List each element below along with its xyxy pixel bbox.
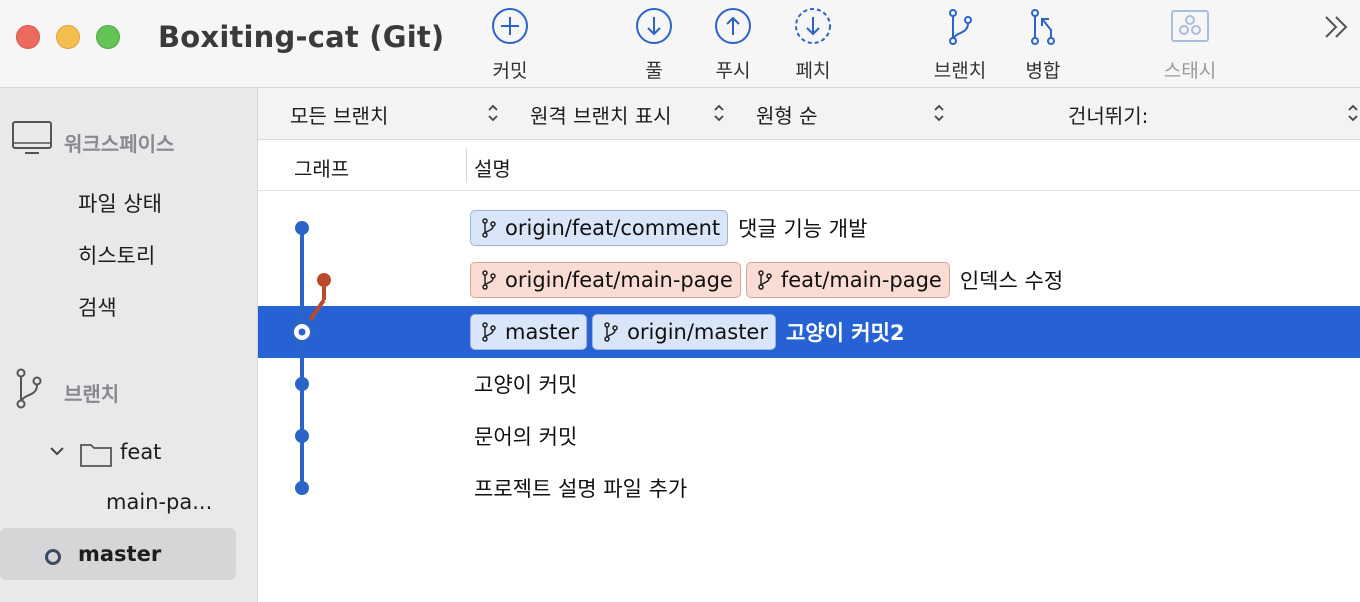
branch-tag-label: master bbox=[505, 320, 580, 344]
commit-row[interactable]: 문어의 커밋 bbox=[258, 410, 1360, 462]
skip-label: 건너뛰기: bbox=[1068, 104, 1149, 128]
branch-icon bbox=[949, 9, 972, 45]
branch-tag[interactable]: origin/feat/comment bbox=[470, 210, 729, 246]
pull-button[interactable]: 풀 bbox=[619, 8, 689, 84]
remote-branch-filter-select[interactable]: 원격 브랜치 표시 bbox=[530, 100, 672, 129]
select-arrows-icon bbox=[934, 104, 944, 122]
fetch-label: 페치 bbox=[795, 60, 831, 82]
fetch-button[interactable]: 페치 bbox=[778, 8, 848, 84]
sidebar-item-file-status[interactable]: 파일 상태 bbox=[78, 188, 162, 218]
branch-tag[interactable]: master bbox=[470, 314, 588, 350]
commit-list: origin/feat/comment 댓글 기능 개발 origin/feat… bbox=[258, 202, 1360, 522]
chevron-down-icon[interactable] bbox=[48, 444, 66, 458]
merge-button[interactable]: 병합 bbox=[1008, 8, 1078, 84]
commit-row[interactable]: origin/feat/main-page feat/main-page 인덱스… bbox=[258, 254, 1360, 306]
commit-message: 인덱스 수정 bbox=[959, 269, 1064, 293]
push-label: 푸시 bbox=[715, 60, 751, 82]
commit-row-selected[interactable]: master origin/master 고양이 커밋2 bbox=[258, 306, 1360, 358]
commit-message: 고양이 커밋 bbox=[474, 373, 578, 397]
branch-label: 브랜치 bbox=[933, 60, 987, 82]
workspace-section-header: 워크스페이스 bbox=[0, 120, 258, 160]
branch-tag-label: feat/main-page bbox=[780, 268, 942, 292]
graph-column-header[interactable]: 그래프 bbox=[294, 153, 349, 182]
branch-icon bbox=[482, 218, 496, 238]
branches-section-header: 브랜치 bbox=[0, 368, 258, 410]
sort-order-select[interactable]: 원형 순 bbox=[756, 100, 818, 129]
branch-item-main-page[interactable]: main-pa... bbox=[106, 490, 212, 514]
commit-row[interactable]: 고양이 커밋 bbox=[258, 358, 1360, 410]
branch-tag-label: origin/master bbox=[627, 320, 768, 344]
branch-tag[interactable]: feat/main-page bbox=[745, 262, 950, 298]
push-button[interactable]: 푸시 bbox=[698, 8, 768, 84]
branch-icon bbox=[16, 368, 42, 409]
branch-icon bbox=[758, 270, 772, 290]
branch-tag[interactable]: origin/master bbox=[592, 314, 776, 350]
select-arrows-icon bbox=[714, 104, 724, 122]
branch-icon bbox=[482, 322, 496, 342]
merge-label: 병합 bbox=[1025, 60, 1061, 82]
sidebar-item-history[interactable]: 히스토리 bbox=[78, 240, 155, 270]
workspace-header-label: 워크스페이스 bbox=[64, 132, 175, 156]
zoom-window-button[interactable] bbox=[96, 25, 120, 49]
title-bar: Boxiting-cat (Git) 커밋 풀 푸시 페치 브랜치 병합 스태시 bbox=[0, 0, 1360, 88]
arrow-down-circle-icon bbox=[636, 8, 672, 44]
toolbar-overflow-icon[interactable] bbox=[1322, 14, 1352, 40]
history-filter-bar: 모든 브랜치 원격 브랜치 표시 원형 순 건너뛰기: bbox=[258, 88, 1360, 140]
fetch-dashed-circle-icon bbox=[795, 8, 831, 44]
column-divider[interactable] bbox=[466, 148, 467, 182]
commit-row[interactable]: 프로젝트 설명 파일 추가 bbox=[258, 462, 1360, 514]
commit-row[interactable]: origin/feat/comment 댓글 기능 개발 bbox=[258, 202, 1360, 254]
history-panel: 모든 브랜치 원격 브랜치 표시 원형 순 건너뛰기: 그래프 설명 origi… bbox=[258, 88, 1360, 602]
branch-item-master[interactable]: master bbox=[0, 528, 236, 580]
select-arrows-icon[interactable] bbox=[1346, 102, 1360, 124]
branch-tag-label: origin/feat/comment bbox=[505, 216, 721, 240]
commit-table-header: 그래프 설명 bbox=[258, 140, 1360, 191]
minimize-window-button[interactable] bbox=[56, 25, 80, 49]
close-window-button[interactable] bbox=[16, 25, 40, 49]
stash-button[interactable]: 스태시 bbox=[1155, 8, 1225, 84]
branch-folder-feat[interactable]: feat bbox=[120, 440, 161, 464]
branch-tag-label: origin/feat/main-page bbox=[505, 268, 733, 292]
commit-label: 커밋 bbox=[492, 60, 528, 82]
window-title: Boxiting-cat (Git) bbox=[158, 20, 445, 54]
commit-message: 댓글 기능 개발 bbox=[738, 217, 868, 241]
plus-circle-icon bbox=[492, 8, 528, 44]
commit-message: 문어의 커밋 bbox=[474, 425, 578, 449]
merge-icon bbox=[1031, 9, 1055, 45]
branches-header-label: 브랜치 bbox=[64, 382, 120, 406]
branch-icon bbox=[604, 322, 618, 342]
current-branch-circle-icon bbox=[45, 549, 61, 565]
stash-label: 스태시 bbox=[1163, 60, 1217, 82]
branch-tag[interactable]: origin/feat/main-page bbox=[470, 262, 741, 298]
select-arrows-icon bbox=[488, 104, 498, 122]
branch-filter-select[interactable]: 모든 브랜치 bbox=[290, 100, 388, 129]
sidebar-item-search[interactable]: 검색 bbox=[78, 292, 117, 322]
pull-label: 풀 bbox=[645, 60, 663, 82]
stash-icon bbox=[1171, 10, 1209, 42]
commit-message: 프로젝트 설명 파일 추가 bbox=[474, 477, 688, 501]
current-branch-label: master bbox=[78, 542, 162, 566]
folder-icon bbox=[80, 444, 112, 467]
commit-message: 고양이 커밋2 bbox=[785, 321, 905, 345]
branch-button[interactable]: 브랜치 bbox=[925, 8, 995, 84]
sidebar: 워크스페이스 파일 상태 히스토리 검색 브랜치 feat main-pa...… bbox=[0, 88, 258, 602]
arrow-up-circle-icon bbox=[715, 8, 751, 44]
monitor-icon bbox=[12, 121, 52, 154]
description-column-header[interactable]: 설명 bbox=[474, 153, 511, 182]
commit-button[interactable]: 커밋 bbox=[475, 8, 545, 84]
branch-icon bbox=[482, 270, 496, 290]
